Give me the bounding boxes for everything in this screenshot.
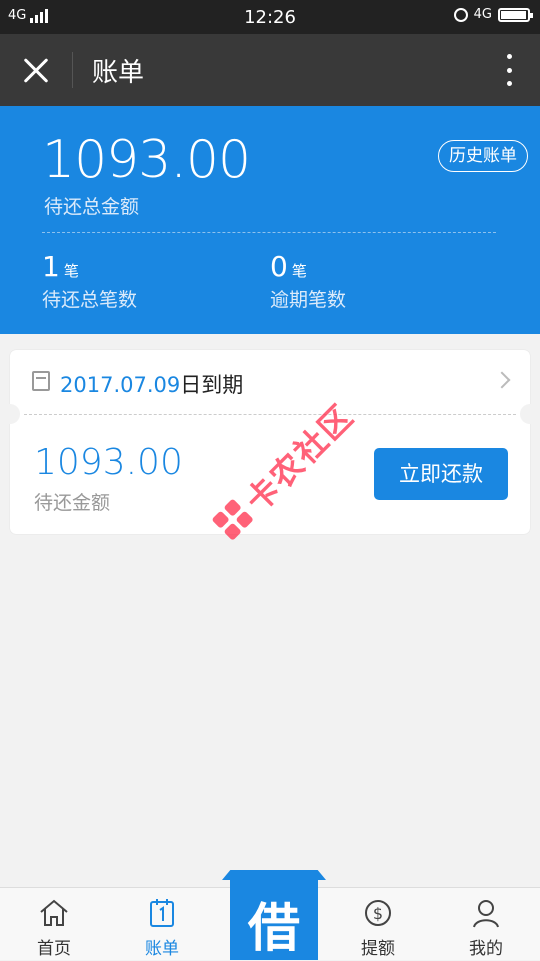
divider [72,52,73,88]
app-bar: 账单 [0,34,540,106]
dollar-icon: $ [365,900,391,926]
alarm-icon [453,7,468,22]
overdue-count: 0 [270,250,288,283]
tab-home[interactable]: 首页 [0,888,108,960]
overdue-unit: 笔 [291,262,307,280]
total-amount: 1093.00 [42,130,251,190]
pending-count-label: 待还总笔数 [42,289,138,311]
home-icon [40,899,68,926]
tab-credit-limit-label: 提额 [361,939,395,959]
tab-bills-label: 账单 [145,939,179,959]
tab-me[interactable]: 我的 [432,888,540,960]
borrow-label: 借 [247,899,300,959]
status-bar: 4G 12:26 4G [0,0,540,34]
due-date: 2017.07.09日到期 [60,373,244,397]
tab-credit-limit[interactable]: $ 提额 [324,888,432,960]
svg-text:$: $ [373,904,383,923]
tab-home-label: 首页 [37,939,71,959]
status-right: 4G [453,7,533,22]
tab-bills[interactable]: 账单 [108,888,216,960]
pending-unit: 笔 [63,262,79,280]
user-icon [473,900,499,928]
pending-count-stat: 1笔 待还总笔数 [42,250,137,312]
calendar-icon [150,899,174,927]
page-title: 账单 [92,58,145,88]
dashed-divider [24,414,516,415]
dashed-divider [42,232,496,233]
more-icon[interactable] [504,54,514,86]
overdue-count-stat: 0笔 逾期笔数 [270,250,346,312]
tab-me-label: 我的 [469,939,503,959]
total-amount-label: 待还总金额 [44,196,140,218]
due-date-row[interactable]: 2017.07.09日到期 [10,350,530,414]
ticket-notch [520,404,540,424]
due-suffix: 日到期 [180,373,244,397]
pending-count: 1 [42,250,60,283]
receipt-icon [32,371,50,391]
network-indicator-right: 4G [473,7,492,22]
pay-now-button[interactable]: 立即还款 [374,448,508,500]
bill-card: 2017.07.09日到期 1093.00 待还金额 立即还款 [0,350,540,534]
bill-amount: 1093.00 [34,442,183,483]
battery-icon [498,7,533,22]
bill-amount-label: 待还金额 [34,492,111,514]
close-icon[interactable] [18,54,54,86]
borrow-button[interactable]: 借 [230,878,318,960]
ticket-notch [0,404,20,424]
history-bills-button[interactable]: 历史账单 [438,140,528,172]
bill-summary: 1093.00 待还总金额 历史账单 1笔 待还总笔数 0笔 逾期笔数 [0,106,540,334]
chevron-right-icon [493,371,511,389]
overdue-count-label: 逾期笔数 [270,289,347,311]
